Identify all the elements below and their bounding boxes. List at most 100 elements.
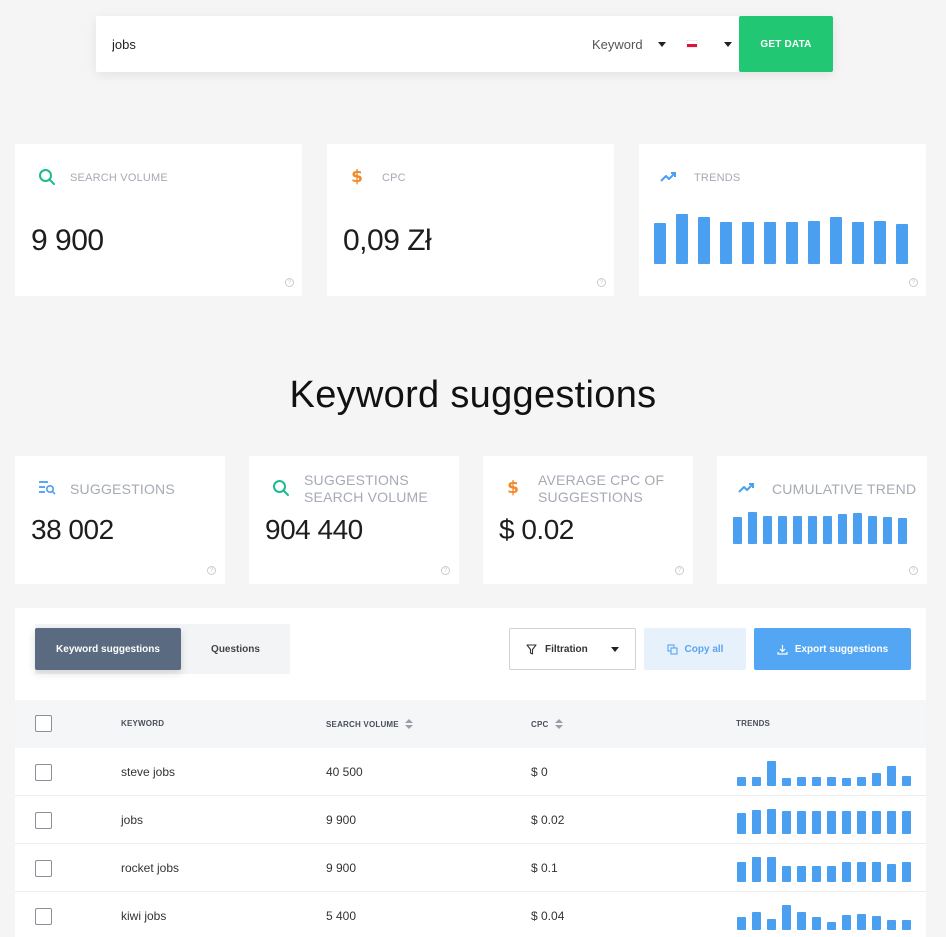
label-line: SEARCH VOLUME — [304, 489, 428, 505]
table-row[interactable]: steve jobs 40 500 $ 0 — [15, 748, 926, 796]
select-all-checkbox[interactable] — [35, 715, 52, 732]
help-icon[interactable]: ? — [207, 566, 216, 575]
row-checkbox[interactable] — [35, 764, 52, 781]
trend-bar — [842, 862, 851, 882]
avg-cpc-card: $ AVERAGE CPC OF SUGGESTIONS $ 0.02 ? — [483, 456, 693, 584]
cpc-card: $ CPC 0,09 Zł ? — [327, 144, 614, 296]
get-data-button[interactable]: GET DATA — [739, 16, 833, 72]
suggestions-volume-value: 904 440 — [265, 514, 363, 545]
keyword-cell[interactable]: rocket jobs — [121, 861, 179, 875]
search-volume-label: SEARCH VOLUME — [70, 172, 168, 184]
help-icon[interactable]: ? — [285, 278, 294, 287]
keyword-cell[interactable]: steve jobs — [121, 765, 175, 779]
cpc-cell: $ 0.02 — [531, 813, 565, 827]
cpc-cell: $ 0 — [531, 765, 548, 779]
trend-bar — [812, 777, 821, 786]
tab-questions[interactable]: Questions — [181, 628, 290, 670]
row-trend-chart — [737, 758, 911, 786]
trend-bar — [767, 761, 776, 786]
help-icon[interactable]: ? — [909, 566, 918, 575]
keyword-cell[interactable]: jobs — [121, 813, 143, 827]
trend-bar — [827, 777, 836, 786]
table-row[interactable]: kiwi jobs 5 400 $ 0.04 — [15, 892, 926, 937]
label-line: SUGGESTIONS — [304, 472, 409, 488]
help-icon[interactable]: ? — [675, 566, 684, 575]
search-bar: Keyword GET DATA — [96, 16, 833, 72]
row-checkbox[interactable] — [35, 812, 52, 829]
trend-bar — [896, 224, 908, 264]
section-title: Keyword suggestions — [289, 374, 657, 416]
column-header-trends: TRENDS — [736, 719, 770, 728]
trends-chart — [654, 214, 908, 264]
column-header-cpc[interactable]: CPC — [531, 719, 563, 729]
trend-bar — [737, 813, 746, 834]
search-volume-card: SEARCH VOLUME 9 900 ? — [15, 144, 302, 296]
cumulative-trend-chart — [733, 512, 907, 544]
table-row[interactable]: jobs 9 900 $ 0.02 — [15, 796, 926, 844]
label-line: SUGGESTIONS — [538, 489, 643, 505]
search-volume-cell: 5 400 — [326, 909, 357, 923]
trend-bar — [812, 917, 821, 930]
trends-card: TRENDS ? — [639, 144, 926, 296]
country-select[interactable] — [686, 35, 732, 53]
chevron-down-icon — [724, 41, 732, 47]
trend-bar — [842, 811, 851, 834]
search-volume-cell: 9 900 — [326, 861, 357, 875]
trend-bar — [902, 862, 911, 882]
trend-bar — [767, 809, 776, 834]
trend-bar — [872, 862, 881, 882]
help-icon[interactable]: ? — [441, 566, 450, 575]
trend-bar — [793, 516, 802, 544]
search-input[interactable] — [112, 35, 512, 53]
chevron-down-icon — [658, 41, 666, 47]
filtration-dropdown[interactable]: Filtration — [509, 628, 636, 670]
row-checkbox[interactable] — [35, 908, 52, 925]
tab-bar: Keyword suggestions Questions — [35, 624, 290, 674]
pl-flag-icon — [686, 40, 698, 48]
search-icon — [37, 167, 57, 187]
trend-bar — [764, 222, 776, 264]
column-label: KEYWORD — [121, 719, 165, 728]
keyword-cell[interactable]: kiwi jobs — [121, 909, 166, 923]
export-suggestions-button[interactable]: Export suggestions — [754, 628, 911, 670]
trend-bar — [857, 914, 866, 930]
help-icon[interactable]: ? — [597, 278, 606, 287]
cpc-value: 0,09 Zł — [343, 224, 432, 257]
avg-cpc-value: $ 0.02 — [499, 514, 574, 545]
column-header-search-volume[interactable]: SEARCH VOLUME — [326, 719, 413, 729]
trend-up-icon — [659, 167, 679, 187]
trend-bar — [782, 866, 791, 882]
column-label: CPC — [531, 719, 549, 729]
trend-bar — [752, 912, 761, 930]
help-icon[interactable]: ? — [909, 278, 918, 287]
trend-bar — [830, 217, 842, 264]
trend-bar — [808, 516, 817, 544]
copy-all-button[interactable]: Copy all — [644, 628, 746, 670]
trend-bar — [767, 919, 776, 930]
row-checkbox[interactable] — [35, 860, 52, 877]
trend-bar — [782, 811, 791, 834]
table-row[interactable]: rocket jobs 9 900 $ 0.1 — [15, 844, 926, 892]
search-icon — [271, 478, 291, 498]
sort-icon — [404, 719, 413, 729]
suggestions-value: 38 002 — [31, 514, 114, 545]
search-volume-cell: 9 900 — [326, 813, 357, 827]
trend-bar — [887, 920, 896, 930]
cumulative-trend-label: CUMULATIVE TREND — [772, 481, 917, 497]
trend-bar — [868, 516, 877, 544]
trend-bar — [733, 517, 742, 544]
trend-bar — [902, 920, 911, 930]
trend-bar — [737, 777, 746, 786]
trend-bar — [853, 513, 862, 544]
search-volume-cell: 40 500 — [326, 765, 363, 779]
trend-bar — [842, 778, 851, 786]
trend-bar — [872, 773, 881, 786]
row-trend-chart — [737, 854, 911, 882]
trend-bar — [698, 217, 710, 264]
search-type-select[interactable]: Keyword — [592, 35, 666, 53]
list-search-icon — [37, 478, 57, 498]
tab-keyword-suggestions[interactable]: Keyword suggestions — [35, 628, 181, 670]
trend-bar — [857, 862, 866, 882]
column-header-keyword[interactable]: KEYWORD — [121, 719, 164, 728]
search-volume-value: 9 900 — [31, 224, 104, 257]
